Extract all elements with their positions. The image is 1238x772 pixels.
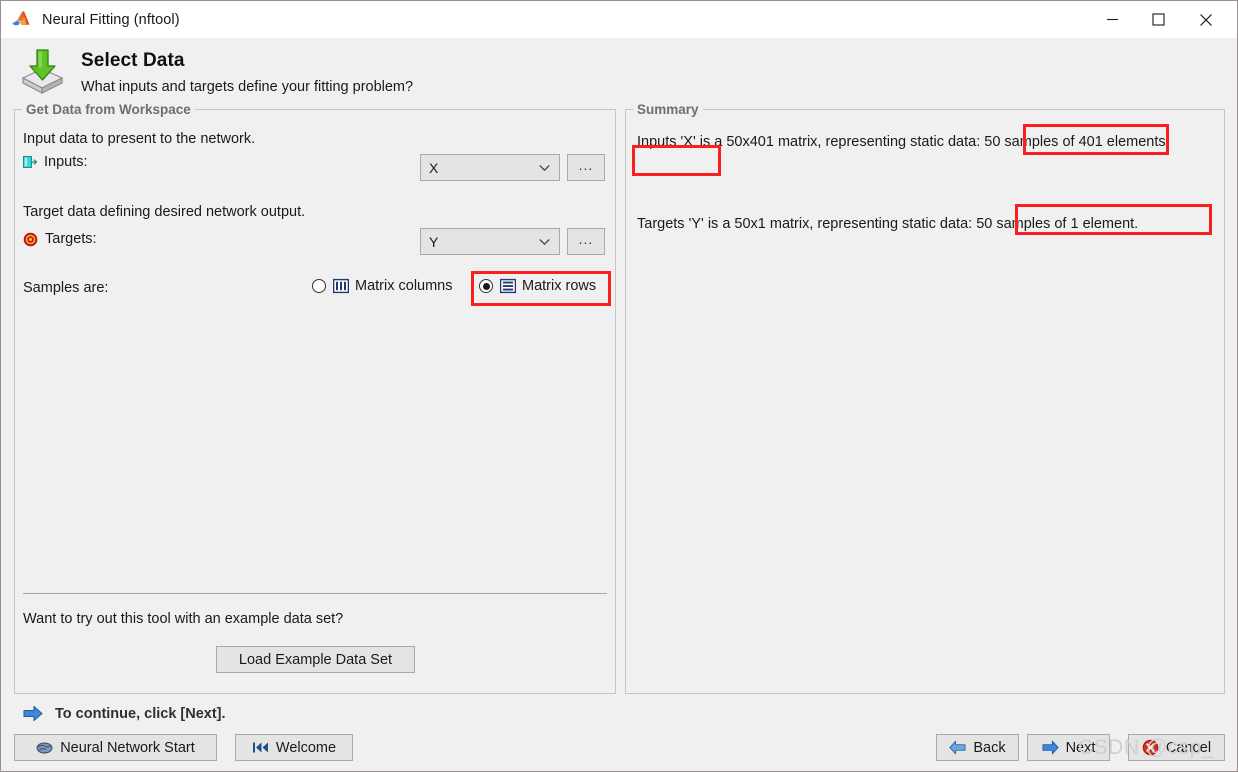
summary-panel — [625, 109, 1225, 694]
welcome-button[interactable]: Welcome — [235, 734, 353, 761]
cancel-button[interactable]: Cancel — [1128, 734, 1225, 761]
radio-matrix-columns[interactable]: Matrix columns — [312, 278, 453, 294]
window-titlebar: Neural Fitting (nftool) — [1, 1, 1237, 38]
targets-select[interactable]: Y — [420, 228, 560, 255]
targets-field-row: Targets: — [23, 231, 97, 247]
load-example-data-set-button[interactable]: Load Example Data Set — [216, 646, 415, 673]
samples-are-label: Samples are: — [23, 280, 109, 296]
radio-matrix-rows-label: Matrix rows — [522, 278, 597, 294]
matlab-membrane-logo — [12, 10, 30, 25]
next-button[interactable]: Next — [1027, 734, 1110, 761]
rewind-icon — [252, 742, 268, 753]
summary-panel-legend: Summary — [633, 102, 703, 117]
chevron-down-icon — [539, 164, 550, 171]
workspace-panel-legend: Get Data from Workspace — [22, 102, 195, 117]
maximize-icon — [1151, 13, 1165, 26]
targets-select-value: Y — [429, 233, 439, 250]
matrix-rows-icon — [500, 278, 516, 294]
brain-icon — [36, 742, 53, 754]
input-description: Input data to present to the network. — [23, 131, 256, 147]
welcome-label: Welcome — [275, 739, 337, 756]
neural-network-start-label: Neural Network Start — [60, 739, 195, 756]
inputs-label: Inputs: — [44, 154, 88, 170]
inputs-select-value: X — [429, 159, 439, 176]
radio-matrix-rows-selected-dot — [482, 282, 490, 290]
close-icon — [1200, 13, 1212, 26]
nftool-window: Neural Fitting (nftool) Select Data What… — [0, 0, 1238, 772]
radio-matrix-rows[interactable]: Matrix rows — [479, 278, 596, 294]
page-subtitle: What inputs and targets define your fitt… — [81, 79, 414, 95]
cancel-label: Cancel — [1165, 739, 1212, 756]
back-label: Back — [973, 739, 1006, 756]
neural-network-start-button[interactable]: Neural Network Start — [14, 734, 217, 761]
targets-summary-text: Targets 'Y' is a 50x1 matrix, representi… — [637, 216, 1139, 232]
matrix-columns-icon — [333, 278, 349, 294]
inputs-summary-text: Inputs 'X' is a 50x401 matrix, represent… — [637, 134, 1170, 150]
chevron-down-icon — [539, 238, 550, 245]
page-title: Select Data — [81, 50, 185, 71]
inputs-browse-button[interactable]: ... — [567, 154, 605, 181]
get-data-from-workspace-panel — [14, 109, 616, 694]
minimize-icon — [1106, 18, 1118, 21]
arrow-right-icon — [1042, 740, 1059, 755]
target-bullseye-icon — [23, 232, 38, 246]
input-port-icon — [23, 156, 37, 168]
example-dataset-prompt: Want to try out this tool with an exampl… — [23, 611, 344, 627]
window-title: Neural Fitting (nftool) — [42, 11, 180, 28]
import-data-icon — [21, 49, 64, 94]
next-label: Next — [1065, 739, 1096, 756]
minimize-button[interactable] — [1089, 1, 1135, 38]
radio-matrix-rows-indicator — [479, 279, 493, 293]
error-x-icon — [1142, 739, 1159, 756]
radio-matrix-columns-label: Matrix columns — [355, 278, 453, 294]
continue-hint: To continue, click [Next]. — [23, 705, 226, 722]
targets-browse-button[interactable]: ... — [567, 228, 605, 255]
arrow-right-icon — [23, 705, 43, 722]
radio-matrix-columns-indicator — [312, 279, 326, 293]
back-button[interactable]: Back — [936, 734, 1019, 761]
target-description: Target data defining desired network out… — [23, 204, 306, 220]
arrow-left-icon — [949, 740, 966, 755]
maximize-button[interactable] — [1135, 1, 1181, 38]
panel-divider — [23, 593, 607, 594]
inputs-select[interactable]: X — [420, 154, 560, 181]
close-button[interactable] — [1183, 1, 1229, 38]
targets-label: Targets: — [45, 231, 97, 247]
inputs-field-row: Inputs: — [23, 154, 88, 170]
continue-hint-text: To continue, click [Next]. — [55, 705, 226, 722]
